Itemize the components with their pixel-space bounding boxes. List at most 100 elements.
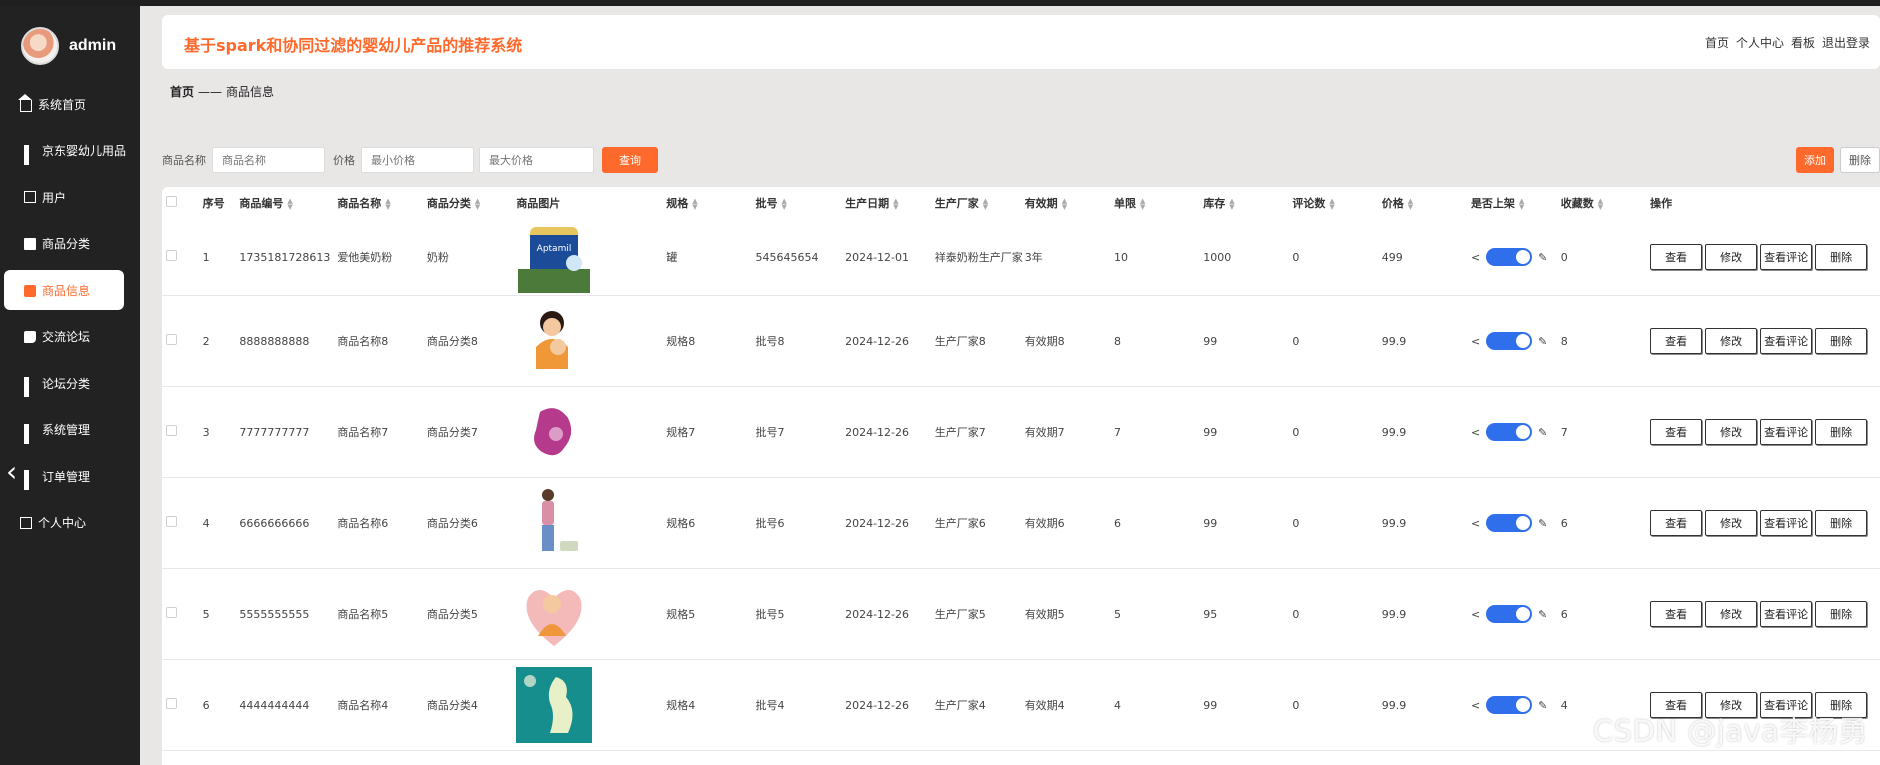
- sidebar-item-users[interactable]: 用户: [0, 177, 140, 217]
- edit-button[interactable]: 修改: [1705, 510, 1758, 536]
- sidebar-item-profile[interactable]: 个人中心: [0, 503, 140, 543]
- header-link-dashboard[interactable]: 看板: [1791, 34, 1815, 51]
- sort-icon[interactable]: ▲ ▼: [287, 198, 292, 211]
- col-header-on-sale[interactable]: 是否上架 ▲ ▼: [1471, 187, 1561, 219]
- on-sale-toggle[interactable]: [1486, 248, 1533, 266]
- view-button[interactable]: 查看: [1650, 328, 1703, 354]
- edit-icon[interactable]: ✎: [1538, 517, 1547, 530]
- col-header-name[interactable]: 商品名称 ▲ ▼: [337, 187, 427, 219]
- select-all-checkbox[interactable]: [162, 187, 203, 219]
- add-button[interactable]: 添加: [1796, 147, 1834, 173]
- product-image[interactable]: [516, 485, 593, 561]
- edit-button[interactable]: 修改: [1705, 328, 1758, 354]
- col-header-category[interactable]: 商品分类 ▲ ▼: [427, 187, 516, 219]
- product-image[interactable]: [516, 667, 593, 743]
- row-checkbox[interactable]: [166, 607, 177, 618]
- view-button[interactable]: 查看: [1650, 244, 1703, 270]
- edit-icon[interactable]: ✎: [1538, 426, 1547, 439]
- edit-icon[interactable]: ✎: [1538, 335, 1547, 348]
- product-image[interactable]: [516, 576, 593, 652]
- view-comments-button[interactable]: 查看评论: [1760, 244, 1813, 270]
- sort-icon[interactable]: ▲ ▼: [983, 198, 988, 211]
- sidebar-item-forum-category[interactable]: 论坛分类: [0, 363, 140, 403]
- sort-icon[interactable]: ▲ ▼: [692, 198, 697, 211]
- edit-button[interactable]: 修改: [1705, 601, 1758, 627]
- on-sale-toggle[interactable]: [1486, 696, 1533, 714]
- view-comments-button[interactable]: 查看评论: [1760, 601, 1813, 627]
- sort-icon[interactable]: ▲ ▼: [475, 198, 480, 211]
- col-header-date[interactable]: 生产日期 ▲ ▼: [845, 187, 935, 219]
- sort-icon[interactable]: ▲ ▼: [1598, 198, 1603, 211]
- header-link-home[interactable]: 首页: [1705, 34, 1729, 51]
- sort-icon[interactable]: ▲ ▼: [893, 198, 898, 211]
- delete-button[interactable]: 删除: [1815, 244, 1868, 270]
- sort-icon[interactable]: ▲ ▼: [781, 198, 786, 211]
- sidebar-item-forum[interactable]: 交流论坛: [0, 317, 140, 357]
- share-icon[interactable]: <: [1471, 517, 1480, 530]
- col-header-spec[interactable]: 规格 ▲ ▼: [666, 187, 755, 219]
- row-checkbox[interactable]: [166, 250, 177, 261]
- header-link-profile[interactable]: 个人中心: [1736, 34, 1784, 51]
- min-price-input[interactable]: [361, 147, 474, 173]
- header-link-logout[interactable]: 退出登录: [1822, 34, 1870, 51]
- sidebar-user[interactable]: admin: [21, 27, 116, 65]
- view-button[interactable]: 查看: [1650, 601, 1703, 627]
- col-header-price[interactable]: 价格 ▲ ▼: [1382, 187, 1471, 219]
- view-comments-button[interactable]: 查看评论: [1760, 328, 1813, 354]
- sidebar-item-home[interactable]: 系统首页: [0, 84, 140, 124]
- sort-icon[interactable]: ▲ ▼: [1329, 198, 1334, 211]
- product-image[interactable]: [516, 394, 593, 470]
- sidebar-item-system[interactable]: 系统管理: [0, 410, 140, 450]
- view-button[interactable]: 查看: [1650, 419, 1703, 445]
- share-icon[interactable]: <: [1471, 699, 1480, 712]
- col-header-validity[interactable]: 有效期 ▲ ▼: [1025, 187, 1114, 219]
- view-button[interactable]: 查看: [1650, 510, 1703, 536]
- on-sale-toggle[interactable]: [1486, 423, 1533, 441]
- col-header-comments[interactable]: 评论数 ▲ ▼: [1292, 187, 1381, 219]
- row-checkbox[interactable]: [166, 516, 177, 527]
- edit-icon[interactable]: ✎: [1538, 251, 1547, 264]
- col-header-code[interactable]: 商品编号 ▲ ▼: [239, 187, 337, 219]
- on-sale-toggle[interactable]: [1486, 332, 1533, 350]
- sort-icon[interactable]: ▲ ▼: [1519, 198, 1524, 211]
- sidebar-item-orders[interactable]: 订单管理: [0, 456, 140, 496]
- sidebar-item-jd-baby[interactable]: 京东婴幼儿用品: [0, 131, 140, 171]
- sidebar-item-products[interactable]: 商品信息: [4, 270, 124, 310]
- product-image[interactable]: [516, 303, 593, 379]
- on-sale-toggle[interactable]: [1486, 514, 1533, 532]
- batch-delete-button[interactable]: 删除: [1840, 147, 1880, 173]
- product-name-input[interactable]: [212, 147, 325, 173]
- on-sale-toggle[interactable]: [1486, 605, 1533, 623]
- row-checkbox[interactable]: [166, 334, 177, 345]
- col-header-limit[interactable]: 单限 ▲ ▼: [1114, 187, 1203, 219]
- view-comments-button[interactable]: 查看评论: [1760, 510, 1813, 536]
- edit-icon[interactable]: ✎: [1538, 699, 1547, 712]
- sort-icon[interactable]: ▲ ▼: [1062, 198, 1067, 211]
- sort-icon[interactable]: ▲ ▼: [385, 198, 390, 211]
- sort-icon[interactable]: ▲ ▼: [1408, 198, 1413, 211]
- row-checkbox[interactable]: [166, 425, 177, 436]
- collapse-arrow-icon[interactable]: ‹: [6, 458, 17, 486]
- edit-button[interactable]: 修改: [1705, 244, 1758, 270]
- col-header-batch[interactable]: 批号 ▲ ▼: [755, 187, 845, 219]
- edit-icon[interactable]: ✎: [1538, 608, 1547, 621]
- share-icon[interactable]: <: [1471, 335, 1480, 348]
- edit-button[interactable]: 修改: [1705, 419, 1758, 445]
- sort-icon[interactable]: ▲ ▼: [1229, 198, 1234, 211]
- max-price-input[interactable]: [479, 147, 594, 173]
- delete-button[interactable]: 删除: [1815, 510, 1868, 536]
- sort-icon[interactable]: ▲ ▼: [1140, 198, 1145, 211]
- query-button[interactable]: 查询: [602, 147, 658, 173]
- delete-button[interactable]: 删除: [1815, 328, 1868, 354]
- col-header-maker[interactable]: 生产厂家 ▲ ▼: [935, 187, 1025, 219]
- product-image[interactable]: Aptamil: [516, 219, 593, 295]
- share-icon[interactable]: <: [1471, 608, 1480, 621]
- col-header-fav[interactable]: 收藏数 ▲ ▼: [1561, 187, 1650, 219]
- breadcrumb-home[interactable]: 首页: [170, 85, 194, 99]
- view-comments-button[interactable]: 查看评论: [1760, 419, 1813, 445]
- sidebar-item-category[interactable]: 商品分类: [0, 224, 140, 264]
- row-checkbox[interactable]: [166, 698, 177, 709]
- share-icon[interactable]: <: [1471, 251, 1480, 264]
- col-header-stock[interactable]: 库存 ▲ ▼: [1203, 187, 1292, 219]
- delete-button[interactable]: 删除: [1815, 601, 1868, 627]
